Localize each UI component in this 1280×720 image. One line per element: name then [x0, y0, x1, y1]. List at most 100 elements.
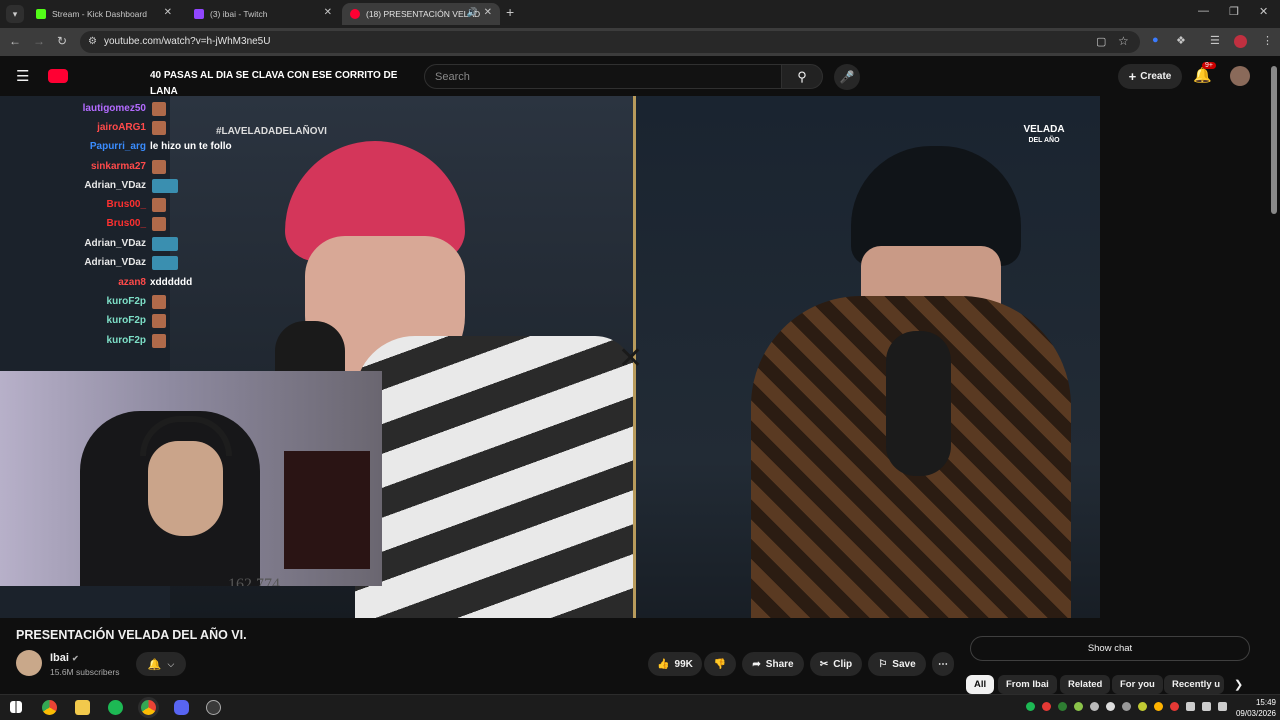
chat-emote	[152, 160, 166, 174]
windows-start-icon[interactable]	[10, 701, 22, 713]
chip-recently-uploaded[interactable]: Recently u	[1164, 675, 1224, 694]
youtube-logo[interactable]	[48, 69, 68, 83]
chat-emote	[152, 237, 178, 251]
tray-headset-icon[interactable]	[1106, 702, 1115, 711]
dislike-button[interactable]: 👎	[704, 652, 736, 676]
back-icon[interactable]: ←	[9, 34, 21, 48]
install-app-icon[interactable]: ▢	[1096, 35, 1106, 48]
video-title: PRESENTACIÓN VELADA DEL AÑO VI.	[16, 628, 247, 642]
show-chat-button[interactable]: Show chat	[970, 636, 1250, 661]
minimize-icon[interactable]: —	[1198, 5, 1209, 17]
chat-message: azan8 xdddddd	[0, 274, 300, 293]
restore-icon[interactable]: ❐	[1229, 5, 1239, 18]
voice-search-button[interactable]: 🎤	[834, 64, 860, 90]
tray-app-icon[interactable]	[1090, 702, 1099, 711]
chat-username: Brus00_	[106, 218, 146, 229]
chat-username: kuroF2p	[106, 315, 146, 326]
search-icon: ⚲	[797, 69, 807, 84]
obs-icon[interactable]	[206, 700, 221, 715]
search-input[interactable]: Search	[424, 64, 782, 89]
chip-related[interactable]: Related	[1060, 675, 1111, 694]
velada-logo: VELADA DEL AÑO	[1014, 124, 1074, 146]
reading-list-icon[interactable]: ☰	[1210, 34, 1220, 47]
reload-icon[interactable]: ↻	[57, 34, 67, 48]
notification-center-icon[interactable]	[1218, 702, 1227, 711]
chat-message: kuroF2p	[0, 332, 300, 351]
tab-list-dropdown-icon[interactable]: ▾	[6, 5, 24, 23]
file-explorer-icon[interactable]	[75, 700, 90, 715]
chips-next-icon[interactable]: ❯	[1234, 678, 1243, 691]
chip-all[interactable]: All	[966, 675, 995, 694]
chat-username: Brus00_	[106, 199, 146, 210]
browser-tab-twitch[interactable]: (3) ibai - Twitch ✕	[186, 3, 340, 25]
channel-name[interactable]: Ibai ✔	[50, 652, 79, 664]
thumbs-up-icon: 👍	[657, 658, 670, 670]
tab-title: Stream - Kick Dashboard	[52, 9, 147, 19]
clock-time: 15:49	[1255, 698, 1276, 707]
tray-red-icon[interactable]	[1042, 702, 1051, 711]
chat-emote	[152, 217, 166, 231]
create-button[interactable]: + Create	[1118, 64, 1182, 89]
account-avatar[interactable]	[1230, 66, 1250, 86]
like-button[interactable]: 👍 99K	[648, 652, 702, 676]
forward-icon[interactable]: →	[33, 34, 45, 48]
profile-avatar[interactable]	[1234, 35, 1247, 48]
bookmark-star-icon[interactable]: ☆	[1118, 34, 1129, 48]
search-button[interactable]: ⚲	[781, 64, 823, 89]
tray-spotify-icon[interactable]	[1026, 702, 1035, 711]
site-info-icon[interactable]: ⚙	[88, 36, 97, 47]
new-tab-button[interactable]: +	[506, 4, 514, 20]
system-clock[interactable]: 15:49 09/03/2026	[1236, 697, 1276, 719]
close-window-icon[interactable]: ✕	[1259, 5, 1268, 18]
chip-from-ibai[interactable]: From Ibai	[998, 675, 1057, 694]
close-tab-icon[interactable]: ✕	[164, 7, 172, 18]
tray-green-icon[interactable]	[1058, 702, 1067, 711]
hamburger-menu-icon[interactable]: ☰	[16, 67, 29, 85]
close-tab-icon[interactable]: ✕	[484, 7, 492, 18]
chat-text: le hizo un te follo	[150, 141, 232, 152]
browser-menu-icon[interactable]: ⋮	[1262, 34, 1273, 47]
more-actions-button[interactable]: ⋯	[932, 652, 954, 676]
chat-message: Brus00_	[0, 196, 300, 215]
volume-icon[interactable]	[1202, 702, 1211, 711]
subscription-bell-button[interactable]: 🔔 ⌵	[136, 652, 186, 676]
share-button[interactable]: ➦ Share	[742, 652, 804, 676]
chrome-icon[interactable]	[42, 700, 57, 715]
divider-x-emblem: ✕	[618, 342, 644, 375]
tray-app-icon[interactable]	[1122, 702, 1131, 711]
browser-tab-youtube[interactable]: (18) PRESENTACIÓN VELAD 🔊 ✕	[342, 3, 500, 25]
like-count: 99K	[674, 658, 693, 670]
chat-username: kuroF2p	[106, 296, 146, 307]
network-icon[interactable]	[1186, 702, 1195, 711]
extensions-icon[interactable]: ❖	[1176, 34, 1186, 47]
twitch-icon	[194, 9, 204, 19]
close-tab-icon[interactable]: ✕	[324, 7, 332, 18]
video-player[interactable]: VELADA DEL AÑO ✕ #LAVELADADELAÑOVI lauti…	[0, 96, 1100, 618]
chip-for-you[interactable]: For you	[1112, 675, 1163, 694]
chrome-active-icon[interactable]	[141, 700, 156, 715]
browser-tab-kick[interactable]: Stream - Kick Dashboard ✕	[28, 3, 180, 25]
notification-badge: 9+	[1202, 62, 1216, 69]
clip-button[interactable]: ✂ Clip	[810, 652, 862, 676]
spotify-icon[interactable]	[108, 700, 123, 715]
save-button[interactable]: ⚐ Save	[868, 652, 926, 676]
audio-playing-icon[interactable]: 🔊	[467, 7, 478, 18]
channel-avatar[interactable]	[16, 650, 42, 676]
scissors-icon: ✂	[819, 658, 829, 670]
address-bar[interactable]: ⚙ youtube.com/watch?v=h-jWhM3ne5U ▢ ☆	[80, 31, 1140, 53]
tray-app-icon[interactable]	[1074, 702, 1083, 711]
extension-shield-icon[interactable]: ●	[1152, 34, 1159, 46]
chat-message: kuroF2p	[0, 312, 300, 331]
chat-username: azan8	[118, 277, 146, 288]
chat-username: Papurri_arg	[89, 141, 146, 152]
bottom-counter: 162.774	[228, 576, 280, 586]
chat-username: Adrian_VDaz	[84, 257, 146, 268]
tab-title: (3) ibai - Twitch	[210, 9, 268, 19]
tray-app-icon[interactable]	[1154, 702, 1163, 711]
tray-app-icon[interactable]	[1138, 702, 1147, 711]
url-text[interactable]: youtube.com/watch?v=h-jWhM3ne5U	[104, 36, 270, 47]
tray-app-icon[interactable]	[1170, 702, 1179, 711]
discord-icon[interactable]	[174, 700, 189, 715]
page-scrollbar[interactable]	[1271, 66, 1277, 214]
clock-date: 09/03/2026	[1235, 709, 1276, 718]
